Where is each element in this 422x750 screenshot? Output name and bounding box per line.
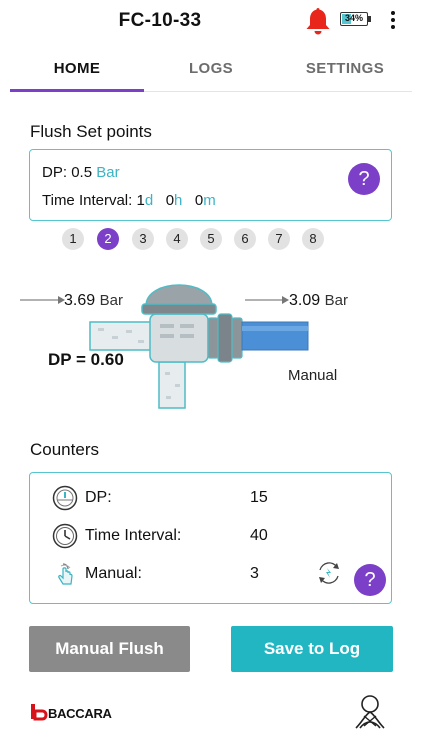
baccara-logo-icon (31, 704, 48, 721)
counter-manual-label: Manual: (85, 565, 142, 582)
counter-interval-label: Time Interval: (85, 527, 182, 544)
save-to-log-button[interactable]: Save to Log (231, 626, 393, 672)
inlet-arrow-icon (20, 296, 65, 304)
operation-mode: Manual (288, 367, 338, 384)
app-header: FC-10-33 34% (0, 0, 422, 44)
page-5-button[interactable]: 5 (200, 228, 222, 250)
dp-setpoint: DP: 0.5 Bar (42, 164, 120, 181)
setpoints-card[interactable]: DP: 0.5 Bar Time Interval: 1d 0h 0m ? (29, 149, 392, 221)
inlet-pressure: 3.69 Bar (64, 292, 123, 310)
interval-setpoint: Time Interval: 1d 0h 0m (42, 192, 216, 209)
outlet-pressure: 3.09 Bar (289, 292, 348, 310)
counter-dp-label: DP: (85, 489, 112, 506)
inlet-pressure-unit: Bar (99, 292, 123, 309)
interval-minutes: 0 (194, 192, 204, 209)
page-4-button[interactable]: 4 (166, 228, 188, 250)
device-title: FC-10-33 (118, 10, 202, 31)
counter-row-interval: Time Interval: 40 (30, 521, 391, 551)
tab-settings[interactable]: SETTINGS (278, 52, 412, 92)
battery-percent: 34% (344, 13, 363, 23)
inlet-pressure-value: 3.69 (64, 292, 96, 309)
dp-setpoint-value: 0.5 (71, 164, 93, 181)
dp-setpoint-label: DP: (42, 164, 68, 181)
outlet-pressure-unit: Bar (324, 292, 348, 309)
outlet-arrow-icon (245, 296, 289, 304)
tab-logs[interactable]: LOGS (144, 52, 278, 92)
interval-minutes-unit: m (203, 192, 216, 209)
interval-days: 1 (136, 192, 145, 209)
dp-reading: DP = 0.60 (48, 350, 124, 369)
counter-row-dp: DP: 15 (30, 483, 391, 513)
interval-hours-unit: h (174, 192, 183, 209)
counter-interval-value: 40 (250, 527, 268, 544)
page-7-button[interactable]: 7 (268, 228, 290, 250)
counters-title: Counters (30, 440, 99, 459)
counters-help-button[interactable]: ? (354, 564, 386, 596)
outlet-pressure-value: 3.09 (289, 292, 321, 309)
page-3-button[interactable]: 3 (132, 228, 154, 250)
counters-card: DP: 15 Time Interval: 40 Manual: 3 ? (29, 472, 392, 604)
page-8-button[interactable]: 8 (302, 228, 324, 250)
tab-bar: HOME LOGS SETTINGS (10, 52, 412, 92)
touch-icon (58, 563, 73, 585)
active-tab-indicator (10, 89, 144, 92)
interval-days-unit: d (144, 192, 154, 209)
battery-tip (368, 16, 371, 22)
bell-icon[interactable] (304, 6, 332, 36)
gauge-icon (52, 485, 78, 511)
interval-hours: 0 (165, 192, 175, 209)
brand-name: BACCARA (48, 706, 112, 721)
page-2-button[interactable]: 2 (97, 228, 119, 250)
battery-icon: 34% (340, 12, 368, 26)
support-logo-icon[interactable] (350, 692, 390, 732)
manual-flush-button[interactable]: Manual Flush (29, 626, 190, 672)
counter-dp-value: 15 (250, 489, 268, 506)
clock-icon (52, 523, 78, 549)
reset-counters-icon[interactable] (315, 559, 343, 587)
page-6-button[interactable]: 6 (234, 228, 256, 250)
interval-label: Time Interval: (42, 192, 133, 209)
setpoints-help-button[interactable]: ? (348, 163, 380, 195)
counter-manual-value: 3 (250, 565, 259, 582)
more-vert-icon[interactable] (386, 10, 400, 32)
page-1-button[interactable]: 1 (62, 228, 84, 250)
tab-home[interactable]: HOME (10, 52, 144, 92)
dp-setpoint-unit: Bar (96, 164, 120, 181)
setpoints-title: Flush Set points (30, 122, 152, 141)
